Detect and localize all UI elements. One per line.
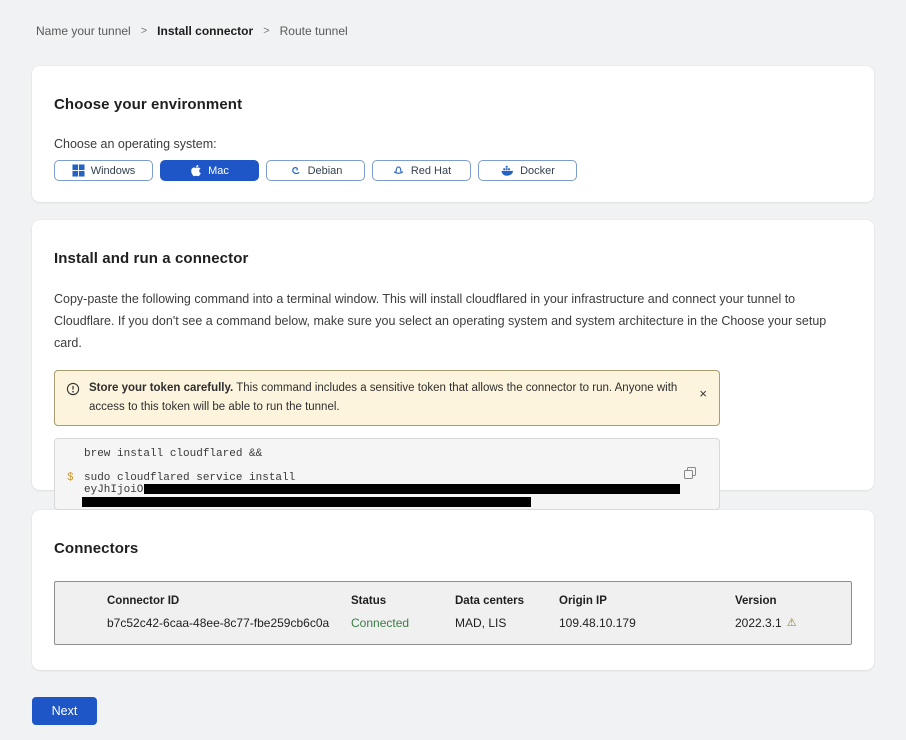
os-button-label: Debian [308, 165, 343, 177]
column-header-version: Version [735, 595, 851, 607]
redacted-token-bar [82, 497, 531, 507]
breadcrumb-route-tunnel[interactable]: Route tunnel [280, 24, 348, 38]
connectors-table-header: Connector ID Status Data centers Origin … [107, 595, 851, 607]
warning-message-bold: Store your token carefully. [89, 382, 233, 394]
os-select-label: Choose an operating system: [54, 137, 852, 151]
os-button-label: Docker [520, 165, 555, 177]
origin-ip-value: 109.48.10.179 [559, 616, 735, 630]
os-button-debian[interactable]: Debian [266, 160, 365, 181]
choose-environment-card: Choose your environment Choose an operat… [32, 66, 874, 202]
os-button-mac[interactable]: Mac [160, 160, 259, 181]
code-line-sudo-text: sudo cloudflared service install [84, 472, 295, 484]
column-header-connector-id: Connector ID [107, 595, 351, 607]
code-line-sudo: $ sudo cloudflared service install [55, 472, 719, 484]
os-button-windows[interactable]: Windows [54, 160, 153, 181]
version-value: 2022.3.1 ⚠ [735, 616, 851, 630]
os-button-redhat[interactable]: Red Hat [372, 160, 471, 181]
shell-prompt: $ [67, 472, 74, 484]
warning-message: Store your token carefully. This command… [89, 379, 684, 417]
connector-id-value: b7c52c42-6caa-48ee-8c77-fbe259cb6c0a [107, 616, 351, 630]
breadcrumb-separator: > [141, 25, 147, 37]
redhat-icon [392, 164, 405, 177]
connectors-card-title: Connectors [54, 540, 852, 557]
next-button[interactable]: Next [32, 697, 97, 725]
version-number: 2022.3.1 [735, 616, 782, 630]
debian-icon [289, 164, 302, 177]
column-header-origin-ip: Origin IP [559, 595, 735, 607]
token-prefix: eyJhIjoiO [84, 484, 143, 496]
breadcrumb-separator: > [263, 25, 269, 37]
connectors-card: Connectors Connector ID Status Data cent… [32, 510, 874, 670]
environment-card-title: Choose your environment [54, 96, 852, 113]
os-button-group: Windows Mac Debian [54, 160, 852, 181]
info-circle-icon [66, 382, 80, 401]
connectors-table: Connector ID Status Data centers Origin … [54, 581, 852, 645]
os-button-label: Red Hat [411, 165, 451, 177]
apple-icon [190, 164, 202, 177]
breadcrumb-install-connector[interactable]: Install connector [157, 24, 253, 38]
table-row: b7c52c42-6caa-48ee-8c77-fbe259cb6c0a Con… [107, 616, 851, 630]
os-button-label: Windows [91, 165, 136, 177]
os-button-label: Mac [208, 165, 229, 177]
install-card-title: Install and run a connector [54, 250, 852, 267]
breadcrumb-name-your-tunnel[interactable]: Name your tunnel [36, 24, 131, 38]
token-warning-banner: Store your token carefully. This command… [54, 370, 720, 426]
column-header-status: Status [351, 595, 455, 607]
warning-triangle-icon: ⚠ [787, 618, 797, 629]
code-line-brew: brew install cloudflared && [55, 448, 719, 460]
redacted-token-bar [144, 484, 680, 494]
copy-icon[interactable] [683, 466, 697, 483]
windows-icon [72, 164, 85, 177]
status-badge: Connected [351, 616, 455, 630]
code-line-token: eyJhIjoiO [55, 484, 719, 496]
docker-icon [500, 164, 514, 177]
install-command-code-block: brew install cloudflared && $ sudo cloud… [54, 438, 720, 510]
os-button-docker[interactable]: Docker [478, 160, 577, 181]
data-centers-value: MAD, LIS [455, 616, 559, 630]
close-icon[interactable]: × [699, 387, 707, 400]
column-header-data-centers: Data centers [455, 595, 559, 607]
install-connector-card: Install and run a connector Copy-paste t… [32, 220, 874, 490]
breadcrumb: Name your tunnel > Install connector > R… [0, 0, 906, 38]
install-description: Copy-paste the following command into a … [54, 289, 852, 355]
